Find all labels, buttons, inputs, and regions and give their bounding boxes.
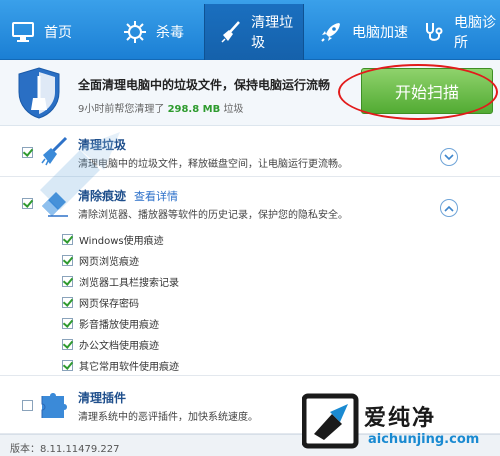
monitor-icon	[10, 19, 36, 45]
start-scan-button[interactable]: 开始扫描	[361, 68, 493, 114]
eraser-icon	[42, 192, 68, 217]
trace-item-office-docs[interactable]: 办公文档使用痕迹	[62, 337, 159, 352]
section-clean-junk: 清理垃圾 清理电脑中的垃圾文件，释放磁盘空间，让电脑运行更流畅。	[0, 127, 500, 177]
watermark-url: aichunjing.com	[368, 432, 480, 447]
clean-junk-desc: 清理电脑中的垃圾文件，释放磁盘空间，让电脑运行更流畅。	[78, 159, 348, 170]
clear-traces-title[interactable]: 清除痕迹	[78, 187, 126, 204]
summary-last-clean-amount: 298.8 MB	[167, 104, 221, 115]
trace-item-other-software[interactable]: 其它常用软件使用痕迹	[62, 358, 179, 373]
top-nav: 首页 杀毒 清理垃圾 电脑加速 电脑诊所	[0, 0, 500, 60]
rocket-icon	[318, 19, 344, 45]
trace-item-label: 其它常用软件使用痕迹	[79, 361, 179, 373]
tab-clinic-label: 电脑诊所	[454, 15, 496, 51]
tab-clean-junk[interactable]: 清理垃圾	[204, 4, 304, 60]
trace-item-label: 办公文档使用痕迹	[79, 340, 159, 352]
summary-title: 全面清理电脑中的垃圾文件，保持电脑运行流畅	[78, 78, 331, 92]
trace-item-web-browsing[interactable]: 网页浏览痕迹	[62, 253, 139, 268]
tab-home-label: 首页	[44, 25, 72, 41]
clear-traces-desc: 清除浏览器、播放器等软件的历史记录，保护您的隐私安全。	[78, 210, 348, 221]
expand-toggle[interactable]	[440, 148, 458, 166]
chevron-up-icon	[444, 205, 454, 212]
trace-item-checkbox[interactable]	[62, 296, 73, 308]
trace-item-checkbox[interactable]	[62, 254, 73, 266]
tab-antivirus-label: 杀毒	[156, 25, 184, 41]
version-label: 版本：8.11.11479.227	[10, 444, 120, 455]
collapse-toggle[interactable]	[440, 199, 458, 217]
clean-plugins-title[interactable]: 清理插件	[78, 389, 126, 406]
clean-junk-title[interactable]: 清理垃圾	[78, 136, 126, 153]
trace-item-label: Windows使用痕迹	[79, 235, 164, 247]
broom-icon	[219, 19, 243, 45]
trace-item-checkbox[interactable]	[62, 359, 73, 371]
antivirus-icon	[122, 19, 148, 45]
clear-traces-checkbox[interactable]	[22, 198, 33, 209]
clean-plugins-desc: 清理系统中的恶评插件，加快系统速度。	[78, 412, 258, 423]
trace-item-windows[interactable]: Windows使用痕迹	[62, 232, 164, 247]
summary-last-clean-suffix: 垃圾	[223, 104, 244, 115]
tab-clinic[interactable]: 电脑诊所	[412, 4, 500, 60]
trace-item-media-player[interactable]: 影音播放使用痕迹	[62, 316, 159, 331]
tab-speedup-label: 电脑加速	[352, 25, 408, 41]
trace-item-label: 影音播放使用痕迹	[79, 319, 159, 331]
clean-junk-checkbox[interactable]	[22, 147, 33, 158]
shield-broom-icon	[18, 67, 60, 119]
tab-speedup[interactable]: 电脑加速	[304, 4, 412, 60]
tab-home[interactable]: 首页	[0, 4, 100, 60]
trace-item-label: 浏览器工具栏搜索记录	[79, 277, 179, 289]
trace-item-toolbar-search[interactable]: 浏览器工具栏搜索记录	[62, 274, 179, 289]
chevron-down-icon	[444, 153, 454, 160]
tab-clean-junk-label: 清理垃圾	[251, 15, 294, 51]
trace-item-checkbox[interactable]	[62, 275, 73, 287]
broom-icon	[41, 136, 68, 166]
trace-item-checkbox[interactable]	[62, 317, 73, 329]
watermark-brand: 爱纯净	[364, 406, 437, 431]
trace-item-label: 网页保存密码	[79, 298, 139, 310]
clean-plugins-checkbox[interactable]	[22, 400, 33, 411]
section-clear-traces: 清除痕迹 查看详情 清除浏览器、播放器等软件的历史记录，保护您的隐私安全。 Wi…	[0, 178, 500, 376]
trace-item-saved-passwords[interactable]: 网页保存密码	[62, 295, 139, 310]
tab-antivirus[interactable]: 杀毒	[100, 4, 204, 60]
summary-last-clean: 9小时前帮您清理了 298.8 MB 垃圾	[78, 100, 243, 115]
trace-item-label: 网页浏览痕迹	[79, 256, 139, 268]
trace-item-checkbox[interactable]	[62, 338, 73, 350]
summary-last-clean-prefix: 9小时前帮您清理了	[78, 104, 165, 115]
puzzle-icon	[41, 393, 67, 418]
stethoscope-icon	[422, 19, 446, 45]
view-details-link[interactable]: 查看详情	[134, 188, 178, 204]
trace-item-checkbox[interactable]	[62, 233, 73, 245]
